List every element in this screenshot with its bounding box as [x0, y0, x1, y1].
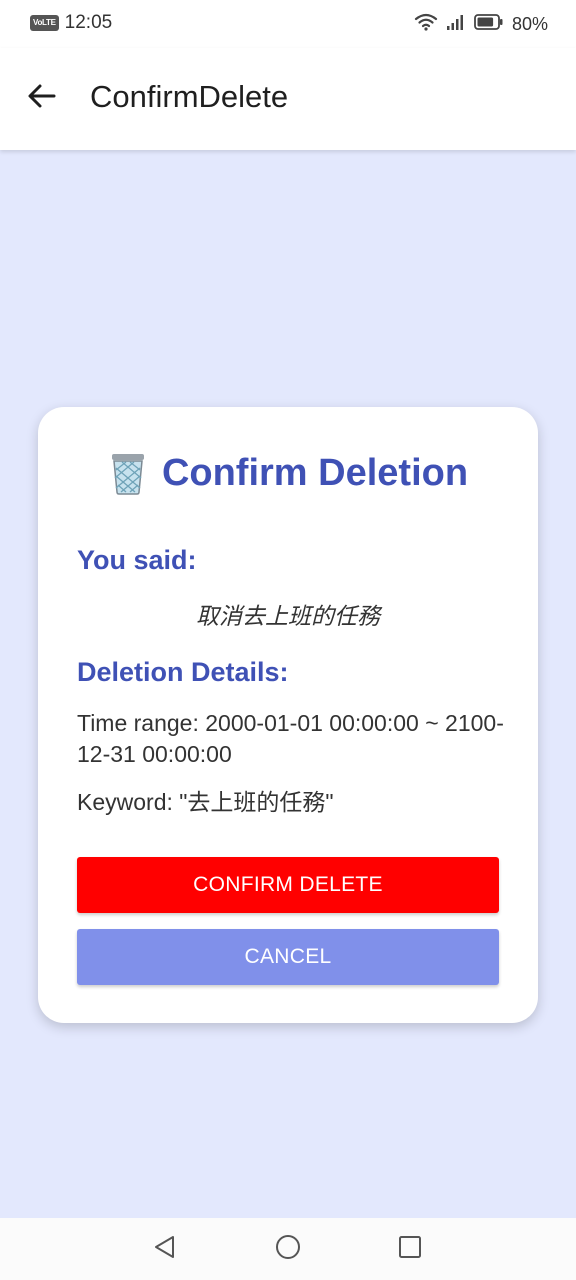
you-said-label: You said:: [77, 545, 197, 575]
battery-percent: 80%: [511, 14, 548, 34]
status-right: 80%: [414, 12, 548, 37]
keyword-text: Keyword: "去上班的任務": [77, 789, 334, 815]
wifi-icon: [414, 12, 438, 37]
battery-icon: [474, 13, 504, 36]
status-bar: VoLTE 12:05 80%: [0, 0, 576, 48]
nav-recents-icon: [397, 1234, 423, 1265]
confirm-delete-button[interactable]: CONFIRM DELETE: [77, 857, 499, 913]
back-button[interactable]: [22, 78, 62, 118]
status-left: VoLTE 12:05: [30, 12, 112, 34]
nav-home-button[interactable]: [273, 1234, 303, 1264]
volte-badge: VoLTE: [30, 15, 59, 31]
card-header: Confirm Deletion: [38, 451, 538, 495]
time-range-text: Time range: 2000-01-01 00:00:00 ~ 2100-1…: [77, 710, 504, 767]
cancel-button[interactable]: CANCEL: [77, 929, 499, 985]
app-bar: ConfirmDelete: [0, 48, 576, 150]
system-nav-bar: [0, 1218, 576, 1280]
spoken-text: 取消去上班的任務: [196, 603, 380, 629]
status-time: 12:05: [64, 12, 113, 33]
arrow-left-icon: [27, 83, 57, 114]
signal-icon: [446, 13, 466, 36]
nav-recents-button[interactable]: [395, 1234, 425, 1264]
nav-back-button[interactable]: [150, 1234, 180, 1264]
nav-back-icon: [152, 1234, 178, 1265]
page-title: ConfirmDelete: [90, 79, 289, 114]
wastebasket-icon: [108, 451, 148, 495]
card-title: Confirm Deletion: [161, 451, 469, 494]
deletion-details-label: Deletion Details:: [77, 657, 289, 687]
confirm-deletion-card: Confirm Deletion You said: 取消去上班的任務 Dele…: [38, 407, 538, 1023]
nav-home-icon: [274, 1233, 302, 1266]
